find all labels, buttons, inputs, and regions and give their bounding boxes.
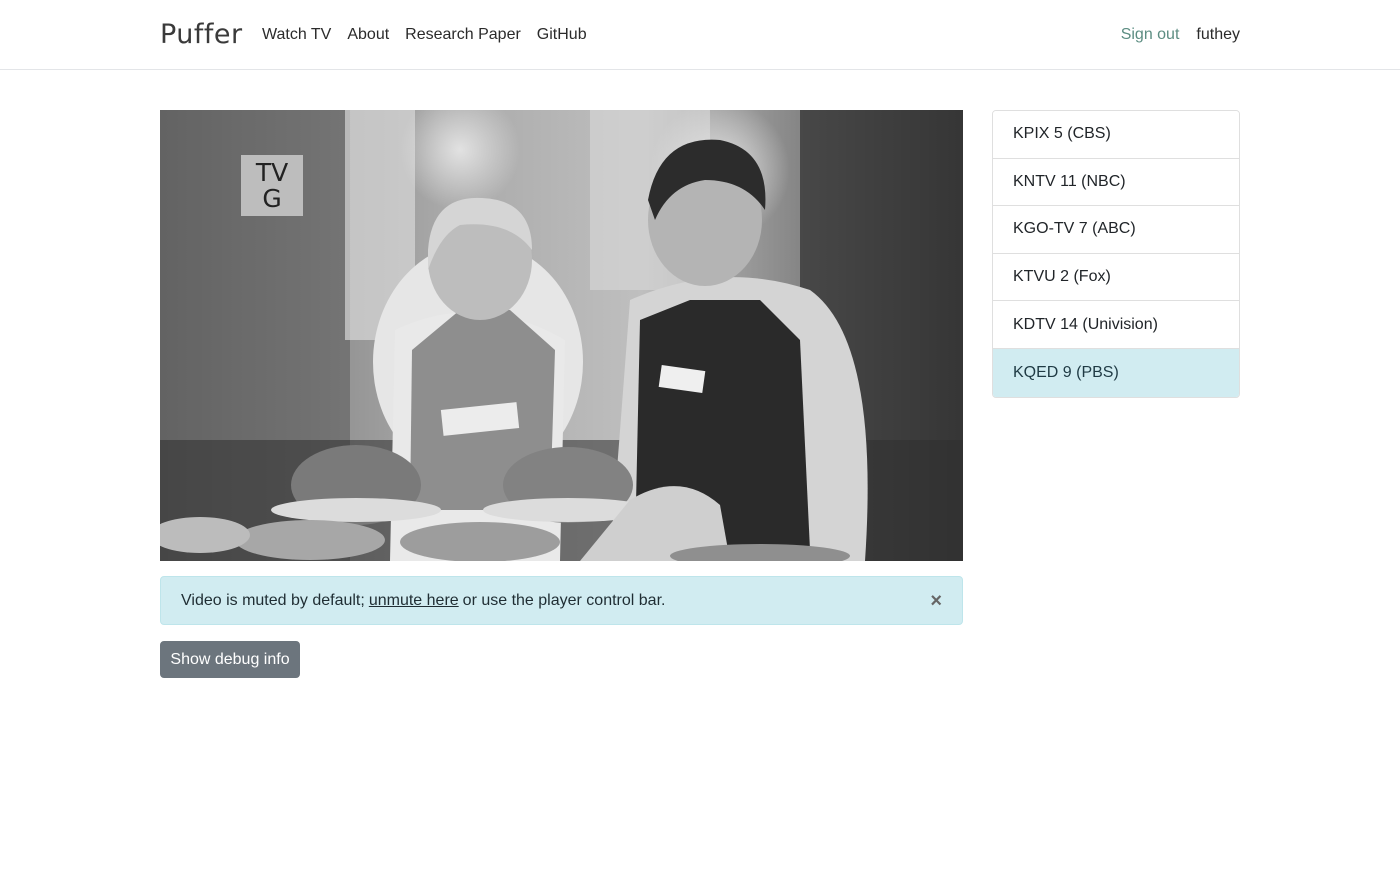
puffer-logo[interactable]: Puffer — [160, 19, 243, 51]
channel-item-ktvu[interactable]: KTVU 2 (Fox) — [993, 253, 1239, 302]
alert-text-before: Video is muted by default; — [181, 591, 365, 609]
channel-item-kdtv[interactable]: KDTV 14 (Univision) — [993, 301, 1239, 349]
video-player[interactable]: TV G — [160, 110, 963, 561]
muted-alert: Video is muted by default; unmute here o… — [160, 576, 963, 625]
unmute-link[interactable]: unmute here — [369, 592, 459, 610]
tv-rating-badge: TV G — [241, 155, 303, 216]
channel-list: KPIX 5 (CBS) KNTV 11 (NBC) KGO-TV 7 (ABC… — [992, 110, 1240, 398]
nav-research-paper[interactable]: Research Paper — [405, 24, 521, 46]
close-icon[interactable]: × — [930, 590, 942, 612]
nav-user-area: Sign out futhey — [1121, 24, 1240, 46]
nav-github[interactable]: GitHub — [537, 24, 587, 46]
nav-links: Watch TV About Research Paper GitHub — [262, 24, 587, 46]
sign-out-link[interactable]: Sign out — [1121, 24, 1180, 46]
tv-rating-line1: TV — [255, 157, 289, 187]
channel-item-kqed[interactable]: KQED 9 (PBS) — [993, 348, 1239, 397]
nav-watch-tv[interactable]: Watch TV — [262, 24, 331, 46]
nav-about[interactable]: About — [347, 24, 389, 46]
top-navbar: Puffer Watch TV About Research Paper Git… — [0, 0, 1400, 70]
show-debug-info-button[interactable]: Show debug info — [160, 641, 300, 678]
tv-rating-line2: G — [262, 183, 282, 213]
channel-item-kntv[interactable]: KNTV 11 (NBC) — [993, 158, 1239, 207]
username-link[interactable]: futhey — [1196, 24, 1240, 46]
channel-item-kpix[interactable]: KPIX 5 (CBS) — [993, 111, 1239, 159]
channel-item-kgo[interactable]: KGO-TV 7 (ABC) — [993, 206, 1239, 254]
alert-text-after: or use the player control bar. — [462, 591, 666, 609]
